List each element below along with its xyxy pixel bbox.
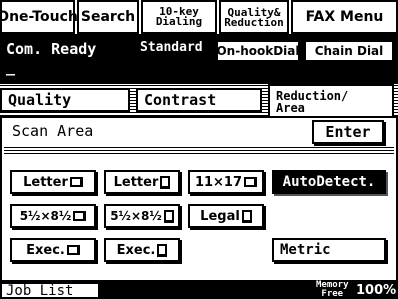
panel-title: Scan Area (12, 122, 94, 140)
input-cursor: _ (6, 58, 16, 76)
chain-dial-button[interactable]: Chain Dial (304, 40, 394, 62)
panel-divider (4, 146, 394, 154)
landscape-icon (73, 211, 87, 221)
enter-button[interactable]: Enter (312, 120, 384, 144)
size-statement-l-label: 5½×8½ (19, 209, 72, 223)
landscape-icon (66, 245, 80, 255)
subtab-contrast-label: Contrast (144, 91, 217, 109)
job-list-button[interactable]: Job List (0, 282, 100, 299)
subtab-reduction-area[interactable]: Reduction/ Area (268, 84, 394, 118)
tab-quality-label-2: Reduction (224, 16, 284, 29)
memory-free-caption: Memory Free (316, 281, 349, 299)
portrait-icon (163, 209, 174, 223)
metric-label: Metric (280, 242, 331, 258)
landscape-icon (244, 177, 258, 187)
size-executive-portrait-button[interactable]: Exec. (104, 238, 180, 262)
tab-quality-reduction[interactable]: Quality& Reduction (219, 0, 289, 34)
size-statement-landscape-button[interactable]: 5½×8½ (10, 204, 96, 228)
tab-10-key-label-2: Dialing (155, 15, 203, 28)
size-letter-p-label: Letter (113, 174, 159, 190)
subtab-contrast[interactable]: Contrast (136, 88, 262, 112)
job-list-label: Job List (6, 282, 74, 299)
size-statement-portrait-button[interactable]: 5½×8½ (104, 204, 180, 228)
status-text: Com. Ready (6, 40, 97, 58)
portrait-icon (160, 175, 171, 189)
tab-search[interactable]: Search (77, 0, 139, 34)
size-legal-label: Legal (200, 208, 240, 224)
memory-free-value: 100% (356, 283, 397, 298)
auto-detect-button[interactable]: AutoDetect. (272, 170, 386, 194)
tab-fax-menu-label: FAX Menu (305, 9, 384, 25)
auto-detect-label: AutoDetect. (282, 174, 376, 190)
tab-one-touch-label: One-Touch (0, 9, 78, 25)
tab-fax-menu[interactable]: FAX Menu (291, 0, 398, 34)
size-letter-landscape-button[interactable]: Letter (10, 170, 96, 194)
size-letter-portrait-button[interactable]: Letter (104, 170, 180, 194)
size-legal-button[interactable]: Legal (188, 204, 264, 228)
portrait-icon (157, 243, 168, 257)
resolution-mode: Standard (140, 40, 203, 55)
subtab-quality[interactable]: Quality (0, 88, 130, 112)
tab-search-label: Search (80, 9, 136, 25)
size-11x17-label: 11×17 (194, 174, 243, 190)
size-11x17-button[interactable]: 11×17 (188, 170, 264, 194)
on-hook-dial-label: On-hookDial (216, 44, 300, 58)
tab-one-touch[interactable]: One-Touch (0, 0, 78, 34)
size-letter-l-label: Letter (23, 174, 68, 190)
size-executive-landscape-button[interactable]: Exec. (10, 238, 96, 262)
enter-label: Enter (325, 123, 371, 141)
metric-button[interactable]: Metric (272, 238, 386, 262)
memory-caption-2: Free (321, 289, 344, 299)
landscape-icon (69, 177, 83, 187)
portrait-icon (241, 209, 252, 223)
subtab-quality-label: Quality (8, 91, 72, 109)
subtab-reduction-label-2: Area (276, 101, 305, 115)
size-exec-p-label: Exec. (116, 242, 156, 258)
size-exec-l-label: Exec. (26, 242, 65, 258)
size-statement-p-label: 5½×8½ (110, 209, 162, 223)
footer-bar (100, 282, 398, 299)
tab-10-key-dialing[interactable]: 10-key Dialing (141, 0, 217, 34)
on-hook-dial-button[interactable]: On-hookDial (216, 40, 300, 62)
chain-dial-label: Chain Dial (314, 44, 384, 58)
